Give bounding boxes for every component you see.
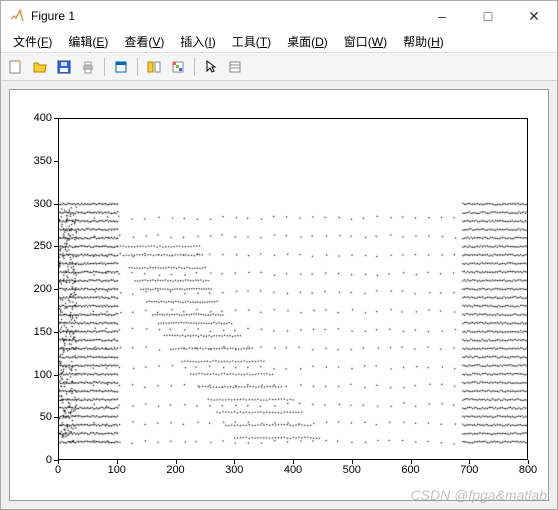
xtick-mark (352, 460, 353, 464)
menu-item-6[interactable]: 窗口(W) (338, 31, 393, 52)
menu-item-1[interactable]: 编辑(E) (62, 31, 114, 52)
titlebar: Figure 1 – □ ✕ (1, 1, 557, 31)
xtick-mark (411, 460, 412, 464)
ytick-mark (54, 246, 58, 247)
close-button[interactable]: ✕ (511, 1, 557, 31)
print-icon (80, 59, 96, 75)
ytick-mark (54, 289, 58, 290)
menu-item-5[interactable]: 桌面(D) (281, 31, 334, 52)
open-button[interactable] (29, 56, 51, 78)
xtick-mark (117, 460, 118, 464)
print-button[interactable] (77, 56, 99, 78)
link-button[interactable] (143, 56, 165, 78)
save-button[interactable] (53, 56, 75, 78)
open-icon (32, 59, 48, 75)
colorbar-icon (170, 59, 186, 75)
menu-item-2[interactable]: 查看(V) (118, 31, 170, 52)
data-cursor-button[interactable] (224, 56, 246, 78)
toolbar (1, 53, 557, 81)
menu-item-3[interactable]: 插入(I) (174, 31, 221, 52)
figure-panel: 0501001502002503003504000100200300400500… (9, 89, 549, 501)
ytick-mark (54, 204, 58, 205)
save-icon (56, 59, 72, 75)
ytick-mark (54, 332, 58, 333)
figure-area: 0501001502002503003504000100200300400500… (1, 81, 557, 509)
matlab-icon (9, 8, 25, 24)
xtick-mark (58, 460, 59, 464)
ytick-mark (54, 417, 58, 418)
pointer-icon (203, 59, 219, 75)
toolbar-separator (104, 58, 105, 76)
menu-item-7[interactable]: 帮助(H) (397, 31, 450, 52)
new-figure-button[interactable] (5, 56, 27, 78)
pointer-button[interactable] (200, 56, 222, 78)
axes[interactable]: 0501001502002503003504000100200300400500… (58, 118, 528, 460)
ytick-mark (54, 375, 58, 376)
plot-box (58, 118, 528, 460)
menubar: 文件(F)编辑(E)查看(V)插入(I)工具(T)桌面(D)窗口(W)帮助(H) (1, 31, 557, 53)
colorbar-button[interactable] (167, 56, 189, 78)
xtick-mark (234, 460, 235, 464)
window-title: Figure 1 (31, 9, 75, 23)
xtick-mark (176, 460, 177, 464)
toolbar-separator (194, 58, 195, 76)
minimize-button[interactable]: – (419, 1, 465, 31)
titlebar-left: Figure 1 (9, 8, 75, 24)
menu-item-4[interactable]: 工具(T) (226, 31, 277, 52)
maximize-button[interactable]: □ (465, 1, 511, 31)
toolbar-separator (137, 58, 138, 76)
figure-window: Figure 1 – □ ✕ 文件(F)编辑(E)查看(V)插入(I)工具(T)… (0, 0, 558, 510)
data-cursor-icon (227, 59, 243, 75)
xtick-mark (293, 460, 294, 464)
ytick-mark (54, 161, 58, 162)
menu-item-0[interactable]: 文件(F) (7, 31, 58, 52)
xtick-mark (469, 460, 470, 464)
link-icon (146, 59, 162, 75)
new-figure-icon (8, 59, 24, 75)
edit-plot-button[interactable] (110, 56, 132, 78)
xtick-mark (528, 460, 529, 464)
window-controls: – □ ✕ (419, 1, 557, 31)
ytick-mark (54, 118, 58, 119)
edit-icon (113, 59, 129, 75)
watermark: CSDN @fpga&matlab (411, 487, 547, 503)
scatter-plot (59, 119, 527, 459)
